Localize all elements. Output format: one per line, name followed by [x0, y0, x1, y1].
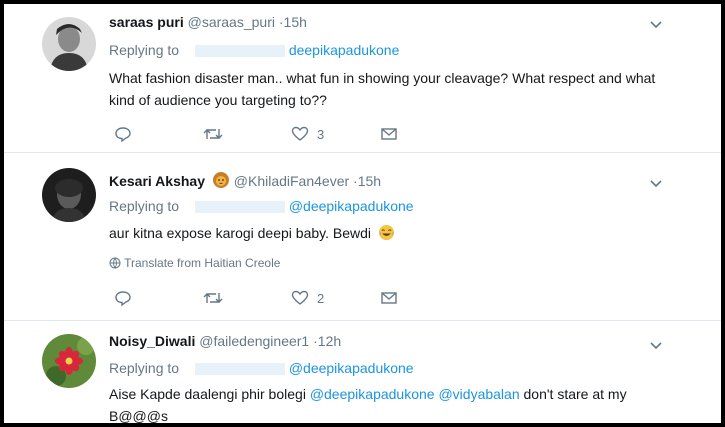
lion-emoji-icon	[212, 172, 229, 188]
replying-to-label: Replying to	[109, 198, 180, 214]
blurred-mention	[194, 363, 285, 376]
timestamp[interactable]: ·15h	[353, 173, 381, 189]
mention-link[interactable]: @vidyabalan	[438, 386, 519, 402]
user-handle[interactable]: @saraas_puri	[188, 14, 275, 30]
like-icon	[291, 290, 309, 305]
replying-to: Replying to @deepikapadukone	[109, 198, 414, 214]
tweet-text: Aise Kapde daalengi phir bolegi @deepika…	[109, 383, 649, 423]
tweet-header: Noisy_Diwali @failedengineer1 ·12h	[109, 333, 341, 349]
translate-label: Translate from Haitian Creole	[124, 256, 281, 270]
tweet-actions: 3	[109, 125, 409, 145]
retweet-button[interactable]	[203, 289, 223, 307]
tweet-text-part: Aise Kapde daalengi phir bolegi	[109, 386, 310, 402]
chevron-down-icon[interactable]	[649, 338, 663, 352]
retweet-icon	[203, 293, 223, 303]
reply-icon	[115, 127, 131, 143]
tweet-text-body: aur kitna expose karogi deepi baby. Bewd…	[109, 225, 372, 241]
retweet-icon	[203, 129, 223, 139]
replying-to-label: Replying to	[109, 42, 180, 58]
mention-link[interactable]: @deepikapadukone	[310, 386, 435, 402]
reply-button[interactable]	[114, 289, 132, 307]
like-button[interactable]: 2	[291, 289, 324, 307]
divider	[4, 152, 721, 153]
reply-tweet[interactable]: Kesari Akshay @KhiladiFan4ever ·15h Repl…	[4, 154, 721, 318]
like-icon	[291, 126, 309, 141]
chevron-down-icon[interactable]	[649, 17, 663, 31]
avatar[interactable]	[42, 334, 96, 388]
message-icon	[381, 292, 397, 304]
divider	[4, 320, 721, 321]
user-handle[interactable]: @KhiladiFan4ever	[234, 173, 349, 189]
mention-link[interactable]: @deepikapadukone	[289, 198, 414, 214]
replying-to-label: Replying to	[109, 360, 180, 376]
avatar[interactable]	[42, 17, 96, 71]
reply-tweet[interactable]: Noisy_Diwali @failedengineer1 ·12h Reply…	[4, 322, 721, 423]
display-name[interactable]: Kesari Akshay	[109, 173, 205, 189]
reply-tweet[interactable]: saraas puri @saraas_puri ·15h Replying t…	[4, 4, 721, 150]
replying-to: Replying to @deepikapadukone	[109, 360, 414, 376]
tweet-header: Kesari Akshay @KhiladiFan4ever ·15h	[109, 171, 381, 189]
replying-to: Replying to deepikapadukone	[109, 42, 399, 58]
globe-icon	[109, 257, 121, 269]
message-button[interactable]	[380, 125, 398, 143]
chevron-down-icon[interactable]	[649, 176, 663, 190]
blurred-mention	[194, 45, 285, 58]
tweet-text: What fashion disaster man.. what fun in …	[109, 70, 656, 108]
display-name[interactable]: Noisy_Diwali	[109, 333, 195, 349]
display-name[interactable]: saraas puri	[109, 14, 184, 30]
tweet-text: aur kitna expose karogi deepi baby. Bewd…	[109, 222, 669, 244]
tweet-replies-panel: saraas puri @saraas_puri ·15h Replying t…	[4, 4, 721, 423]
message-button[interactable]	[380, 289, 398, 307]
laughing-emoji-icon	[378, 224, 394, 241]
mention-link[interactable]: @deepikapadukone	[289, 360, 414, 376]
like-count: 3	[317, 126, 325, 142]
message-icon	[381, 128, 397, 140]
translate-link[interactable]: Translate from Haitian Creole	[109, 256, 280, 270]
avatar[interactable]	[42, 168, 96, 222]
tweet-header: saraas puri @saraas_puri ·15h	[109, 14, 307, 30]
user-handle[interactable]: @failedengineer1	[199, 333, 309, 349]
reply-button[interactable]	[114, 125, 132, 143]
mention-link[interactable]: deepikapadukone	[289, 42, 400, 58]
like-count: 2	[317, 290, 325, 306]
timestamp[interactable]: ·15h	[279, 14, 307, 30]
reply-icon	[115, 291, 131, 307]
timestamp[interactable]: ·12h	[313, 333, 341, 349]
blurred-mention	[194, 201, 285, 214]
like-button[interactable]: 3	[291, 125, 324, 143]
tweet-actions: 2	[109, 289, 409, 309]
retweet-button[interactable]	[203, 125, 223, 143]
